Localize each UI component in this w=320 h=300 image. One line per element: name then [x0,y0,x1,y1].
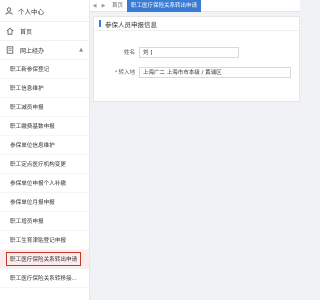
sidebar-item-transfer-out[interactable]: 职工医疗保险关系转出申请 [0,250,89,269]
form-card: 参保人员申报信息 姓名 刘 ] *转入地 上海广二 上海市市本级 / 黄浦区 [93,16,300,102]
chevron-up-icon: ▲ [79,47,83,53]
sidebar-item-label: 职工医疗保险关系转出申请 [6,252,82,266]
sidebar-item-transfer-receive[interactable]: 职工医疗保险关系转移接... [0,269,89,288]
sidebar-item-label: 参保单位申报个人补缴 [10,181,66,187]
home-icon [6,27,14,35]
sidebar-item-unit-info[interactable]: 参保单位信息维护 [0,136,89,155]
sidebar-item-label: 职工医疗保险关系转移接... [10,276,77,282]
sidebar-item-home[interactable]: 首页 [0,22,89,41]
sidebar-item-increase[interactable]: 职工增员申报 [0,212,89,231]
document-icon [6,46,14,54]
sidebar-item-label: 职工信息维护 [10,86,44,92]
destination-label: *转入地 [94,68,139,76]
sidebar-item-label: 参保单位信息维护 [10,143,55,149]
sidebar-item-label: 首页 [20,28,33,36]
sidebar-group-label: 网上经办 [20,47,45,55]
sidebar-item-label: 职工缴费基数申报 [10,124,55,130]
sidebar-item-reduction[interactable]: 职工减员申报 [0,98,89,117]
sidebar-item-label: 职工新参保登记 [10,67,50,73]
sidebar-item-info-maintenance[interactable]: 职工信息维护 [0,79,89,98]
title-accent-bar [99,20,101,27]
sidebar-item-hospital-change[interactable]: 职工定点医疗机构变更 [0,155,89,174]
sidebar: 个人中心 首页 网上经办 ▲ 职工新参保登记 职工信息维护 职工减员申报 职工缴… [0,0,90,300]
sidebar-item-supplementary-payment[interactable]: 参保单位申报个人补缴 [0,174,89,193]
sidebar-item-label: 职工定点医疗机构变更 [10,162,66,168]
sidebar-item-label: 职工生育津贴登记申报 [10,238,66,244]
sidebar-item-new-enrollment[interactable]: 职工新参保登记 [0,60,89,79]
destination-label-text: 转入地 [118,70,135,76]
form-title: 参保人员申报信息 [105,20,157,29]
sidebar-item-label: 参保单位月报申报 [10,200,55,206]
sidebar-item-contribution-base[interactable]: 职工缴费基数申报 [0,117,89,136]
name-row: 姓名 刘 ] [94,46,301,58]
tab-transfer-out[interactable]: 职工医疗保险关系转出申请 [127,0,202,12]
sidebar-group-online-services[interactable]: 网上经办 ▲ [0,41,89,60]
sidebar-item-monthly-report[interactable]: 参保单位月报申报 [0,193,89,212]
destination-field[interactable]: 上海广二 上海市市本级 / 黄浦区 [139,66,291,78]
sidebar-submenu: 职工新参保登记 职工信息维护 职工减员申报 职工缴费基数申报 参保单位信息维护 … [0,60,89,288]
tab-scroll-left-icon[interactable]: ◀ [90,3,99,9]
tab-home[interactable]: 首页 [108,0,127,12]
name-field[interactable]: 刘 ] [139,46,239,58]
main-content: ◀ ▶ 首页 职工医疗保险关系转出申请 参保人员申报信息 姓名 刘 ] *转入地… [90,0,300,300]
form-card-header: 参保人员申报信息 [94,17,299,31]
user-center-header[interactable]: 个人中心 [0,0,89,22]
sidebar-item-label: 职工减员申报 [10,105,44,111]
user-icon [5,6,13,15]
user-center-label: 个人中心 [18,7,44,16]
destination-row: *转入地 上海广二 上海市市本级 / 黄浦区 [94,66,301,78]
tab-bar: ◀ ▶ 首页 职工医疗保险关系转出申请 [90,0,300,12]
name-label: 姓名 [123,50,135,56]
sidebar-item-label: 职工增员申报 [10,219,44,225]
tab-scroll-right-icon[interactable]: ▶ [99,3,108,9]
sidebar-item-maternity-allowance[interactable]: 职工生育津贴登记申报 [0,231,89,250]
